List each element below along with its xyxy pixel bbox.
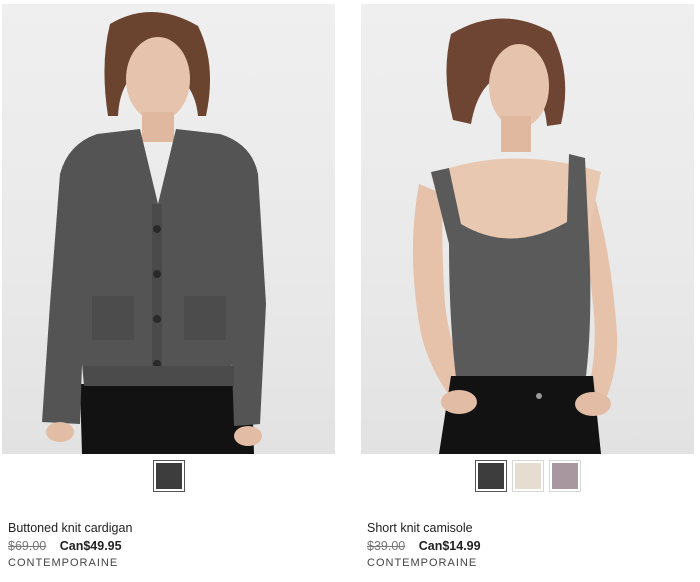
swatch-fill	[155, 463, 182, 489]
product-image-camisole[interactable]	[361, 4, 694, 454]
model-cardigan-illustration	[42, 11, 266, 454]
original-price: $39.00	[367, 539, 406, 553]
sale-price: Can$14.99	[418, 539, 481, 553]
product-card: Buttoned knit cardigan $69.00 Can$49.95 …	[2, 0, 335, 582]
product-info: Short knit camisole $39.00 Can$14.99 CON…	[367, 520, 687, 569]
product-name[interactable]: Short knit camisole	[367, 520, 687, 536]
product-image-cardigan[interactable]	[2, 4, 335, 454]
brand-label: CONTEMPORAINE	[8, 557, 119, 569]
product-name[interactable]: Buttoned knit cardigan	[8, 520, 328, 536]
brand-label: CONTEMPORAINE	[367, 557, 478, 569]
model-camisole-illustration	[412, 18, 618, 454]
price-row: $69.00 Can$49.95	[8, 537, 328, 555]
swatch-fill	[551, 463, 578, 489]
color-swatches	[2, 460, 335, 492]
price-row: $39.00 Can$14.99	[367, 537, 687, 555]
sale-price: Can$49.95	[59, 539, 122, 553]
original-price: $69.00	[8, 539, 47, 553]
color-swatch-charcoal[interactable]	[474, 460, 507, 492]
product-info: Buttoned knit cardigan $69.00 Can$49.95 …	[8, 520, 328, 569]
color-swatches	[361, 460, 694, 492]
product-card: Short knit camisole $39.00 Can$14.99 CON…	[361, 0, 694, 582]
swatch-fill	[514, 463, 541, 489]
swatch-fill	[477, 463, 504, 489]
color-swatch-mauve[interactable]	[548, 460, 581, 492]
product-grid: Buttoned knit cardigan $69.00 Can$49.95 …	[0, 0, 700, 582]
color-swatch-charcoal[interactable]	[152, 460, 185, 492]
color-swatch-cream[interactable]	[511, 460, 544, 492]
